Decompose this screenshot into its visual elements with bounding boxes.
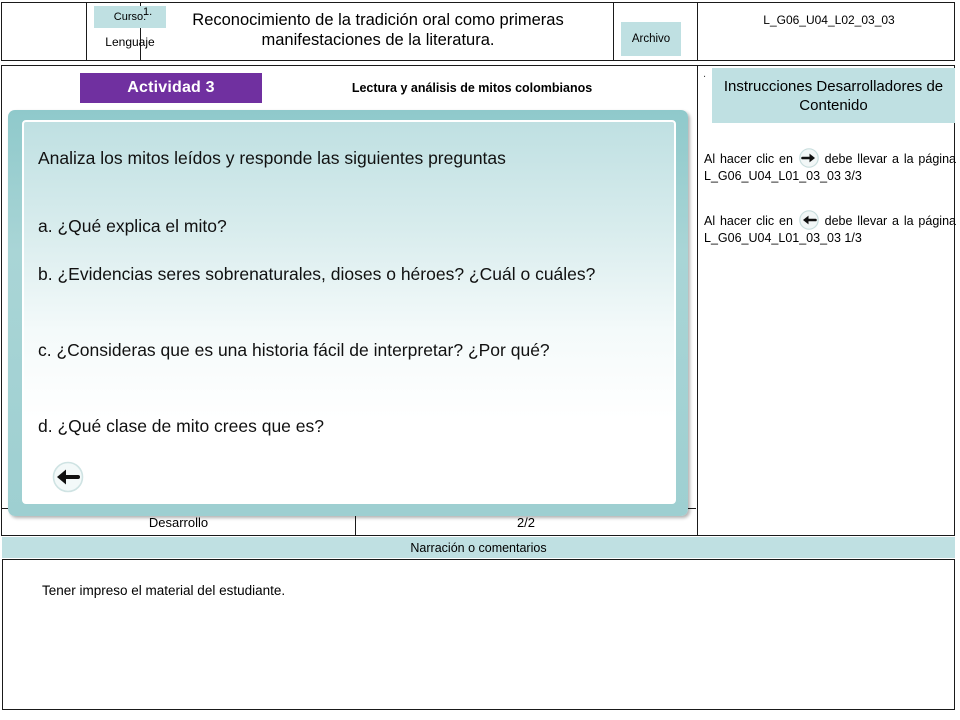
- back-button[interactable]: [46, 460, 90, 494]
- border-col-0: [1, 2, 2, 60]
- border-top: [1, 2, 955, 3]
- file-code: L_G06_U04_L02_03_03: [763, 13, 895, 27]
- instructions-heading: Instrucciones Desarrolladores de Conteni…: [712, 68, 955, 123]
- border-activity-top: [1, 65, 955, 66]
- instructions-marker: .: [703, 68, 707, 80]
- border-col-1: [86, 2, 87, 60]
- border-body-right: [954, 65, 955, 536]
- instruction-1-before: Al hacer clic en: [704, 152, 793, 166]
- activity-subtitle: Lectura y análisis de mitos colombianos: [351, 81, 593, 95]
- question-b: b. ¿Evidencias seres sobrenaturales, dio…: [38, 264, 596, 284]
- border-note-left: [2, 559, 3, 710]
- slide-page: Curso: Lenguaje 1. Reconocimiento de la …: [0, 0, 960, 720]
- course-label: Curso:: [94, 6, 166, 28]
- arrow-left-icon: [798, 210, 820, 230]
- course-value: Lenguaje: [105, 35, 155, 49]
- border-col-4: [697, 2, 698, 60]
- question-a: a. ¿Qué explica el mito?: [38, 216, 227, 236]
- content-panel: Analiza los mitos leídos y responde las …: [22, 120, 676, 504]
- instruction-item-1: Al hacer clic en debe llevar a la página…: [704, 148, 956, 184]
- archivo-label: Archivo: [621, 22, 681, 56]
- border-narration-bottom: [2, 559, 955, 560]
- instruction-2-before: Al hacer clic en: [704, 214, 793, 228]
- activity-badge: Actividad 3: [80, 73, 262, 103]
- footer-section-label: Desarrollo: [148, 514, 209, 530]
- border-narration-top: [2, 535, 955, 536]
- narration-band: Narración o comentarios: [2, 537, 955, 558]
- footer-page-indicator: 2/2: [516, 514, 536, 530]
- narration-note: Tener impreso el material del estudiante…: [42, 583, 286, 598]
- lesson-title: Reconocimiento de la tradición oral como…: [192, 11, 564, 49]
- header-empty-cell: [0, 0, 85, 57]
- lesson-number: 1.: [143, 6, 153, 18]
- border-header-bottom: [1, 60, 955, 61]
- border-col-3: [613, 2, 614, 60]
- instruction-item-2: Al hacer clic en debe llevar a la página…: [704, 210, 956, 246]
- content-intro: Analiza los mitos leídos y responde las …: [38, 148, 506, 168]
- border-note-right: [954, 559, 955, 710]
- arrow-right-icon: [798, 148, 820, 168]
- content-frame: Analiza los mitos leídos y responde las …: [8, 110, 688, 516]
- arrow-left-icon: [52, 461, 84, 493]
- border-body-left: [1, 65, 2, 536]
- border-bottom: [2, 709, 955, 710]
- question-d: d. ¿Qué clase de mito crees que es?: [38, 416, 324, 436]
- question-c: c. ¿Consideras que es una historia fácil…: [38, 340, 550, 360]
- border-body-right-split: [697, 65, 698, 536]
